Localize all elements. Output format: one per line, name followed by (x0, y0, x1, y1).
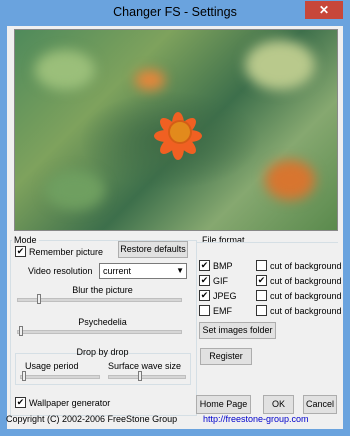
drop-by-drop-label: Drop by drop (76, 347, 129, 357)
cut-background-label: cut of background (270, 290, 342, 301)
cut-background-label: cut of background (270, 260, 342, 271)
format-label-emf: EMF (213, 305, 232, 316)
window-title: Changer FS - Settings (113, 5, 237, 19)
format-checkbox-emf[interactable]: EMF (199, 305, 232, 316)
cut-background-bmp-box[interactable] (256, 260, 267, 271)
bokeh-shape (45, 170, 105, 210)
flower-center (168, 120, 192, 144)
cut-background-checkbox-gif[interactable]: ✔ cut of background (256, 275, 342, 286)
slider-track (17, 298, 182, 302)
check-icon: ✔ (16, 397, 25, 407)
client-area: Mode ✔ Remember picture Restore defaults… (7, 26, 343, 429)
cut-background-checkbox-bmp[interactable]: cut of background (256, 260, 342, 271)
close-button[interactable]: ✕ (305, 1, 343, 19)
format-label-bmp: BMP (213, 260, 233, 271)
cut-background-checkbox-emf[interactable]: cut of background (256, 305, 342, 316)
copyright-text: Copyright (C) 2002-2006 FreeStone Group (6, 414, 178, 424)
psychedelia-slider-thumb[interactable] (19, 326, 23, 336)
chevron-down-icon[interactable]: ▼ (176, 264, 184, 278)
surface-wave-slider-thumb[interactable] (138, 371, 142, 381)
cut-background-label: cut of background (270, 305, 342, 316)
wallpaper-generator-checkbox[interactable]: ✔ Wallpaper generator (15, 397, 110, 408)
format-label-gif: GIF (213, 275, 228, 286)
cut-background-label: cut of background (270, 275, 342, 286)
title-bar[interactable]: Changer FS - Settings ✕ (0, 0, 350, 26)
surface-wave-slider[interactable] (108, 371, 186, 381)
wallpaper-generator-box[interactable]: ✔ (15, 397, 26, 408)
video-resolution-value: current (103, 266, 132, 276)
ok-button[interactable]: OK (263, 395, 294, 414)
footer: Copyright (C) 2002-2006 FreeStone Group … (6, 414, 342, 424)
check-icon: ✔ (200, 275, 209, 285)
remember-picture-label: Remember picture (29, 246, 104, 257)
blur-slider[interactable] (17, 294, 182, 304)
format-checkbox-gif[interactable]: ✔ GIF (199, 275, 228, 286)
check-icon: ✔ (257, 275, 266, 285)
wallpaper-generator-label: Wallpaper generator (29, 397, 111, 408)
format-checkbox-bmp-box[interactable]: ✔ (199, 260, 210, 271)
psychedelia-slider[interactable] (17, 326, 182, 336)
cut-background-jpeg-box[interactable] (256, 290, 267, 301)
format-label-jpeg: JPEG (213, 290, 237, 301)
register-button[interactable]: Register (200, 348, 252, 365)
check-icon: ✔ (16, 246, 25, 256)
restore-defaults-button[interactable]: Restore defaults (118, 241, 188, 258)
cut-background-gif-box[interactable]: ✔ (256, 275, 267, 286)
slider-track (20, 375, 100, 379)
usage-period-label: Usage period (25, 361, 79, 371)
remember-picture-box[interactable]: ✔ (15, 246, 26, 257)
bokeh-shape (35, 50, 95, 90)
set-images-folder-button[interactable]: Set images folder (199, 322, 276, 339)
format-checkbox-jpeg[interactable]: ✔ JPEG (199, 290, 237, 301)
remember-picture-checkbox[interactable]: ✔ Remember picture (15, 246, 103, 257)
mode-group-label: Mode (12, 235, 39, 245)
cut-background-emf-box[interactable] (256, 305, 267, 316)
format-checkbox-emf-box[interactable] (199, 305, 210, 316)
video-resolution-label: Video resolution (28, 266, 93, 276)
home-page-button[interactable]: Home Page (196, 395, 251, 414)
cancel-button[interactable]: Cancel (303, 395, 337, 414)
bokeh-shape (265, 160, 315, 200)
video-resolution-select[interactable]: current ▼ (99, 263, 187, 279)
picture-preview (14, 29, 338, 231)
check-icon: ✔ (200, 260, 209, 270)
format-checkbox-gif-box[interactable]: ✔ (199, 275, 210, 286)
website-link[interactable]: http://freestone-group.com (203, 414, 309, 424)
blur-slider-thumb[interactable] (37, 294, 41, 304)
slider-track (108, 375, 186, 379)
check-icon: ✔ (200, 290, 209, 300)
usage-period-slider[interactable] (20, 371, 100, 381)
usage-period-slider-thumb[interactable] (22, 371, 26, 381)
bokeh-shape (245, 40, 315, 90)
bokeh-shape (135, 70, 165, 90)
settings-window: Changer FS - Settings ✕ Mode ✔ Remember … (0, 0, 350, 436)
format-checkbox-jpeg-box[interactable]: ✔ (199, 290, 210, 301)
surface-wave-label: Surface wave size (108, 361, 182, 371)
slider-track (17, 330, 182, 334)
format-checkbox-bmp[interactable]: ✔ BMP (199, 260, 233, 271)
cut-background-checkbox-jpeg[interactable]: cut of background (256, 290, 342, 301)
